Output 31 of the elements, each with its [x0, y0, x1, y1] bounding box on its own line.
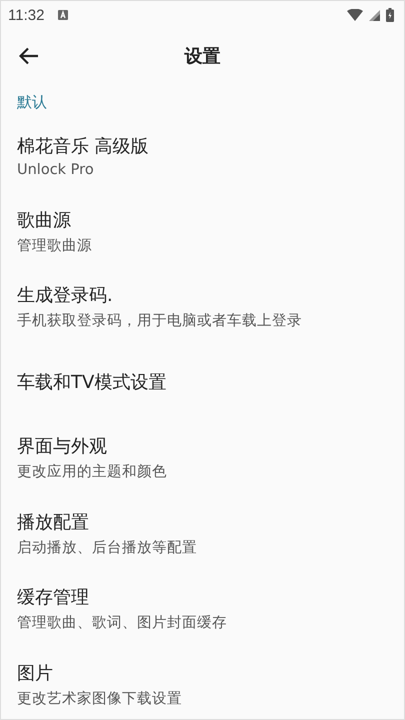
settings-item[interactable]: 播放配置 启动播放、后台播放等配置 — [1, 496, 404, 571]
item-title: 图片 — [17, 662, 54, 685]
back-arrow-icon — [19, 47, 39, 65]
wifi-icon — [347, 9, 363, 21]
item-subtitle: 管理歌曲源 — [17, 236, 93, 255]
item-subtitle: 启动播放、后台播放等配置 — [17, 538, 198, 557]
settings-item[interactable]: 缓存管理 管理歌曲、歌词、图片封面缓存 — [1, 571, 404, 646]
notification-icon — [58, 10, 68, 20]
item-title: 界面与外观 — [17, 435, 108, 458]
item-title: 车载和TV模式设置 — [17, 371, 168, 394]
item-subtitle: 手机获取登录码，用于电脑或者车载上登录 — [17, 312, 303, 330]
settings-item[interactable]: 界面与外观 更改应用的主题和颜色 — [1, 420, 404, 496]
item-title: 播放配置 — [17, 510, 90, 534]
settings-item[interactable]: 图片 更改艺术家图像下载设置 — [1, 646, 404, 719]
item-title: 缓存管理 — [17, 586, 90, 610]
item-subtitle: 更改应用的主题和颜色 — [17, 462, 168, 482]
settings-item[interactable]: 棉花音乐 高级版 Unlock Pro — [1, 118, 404, 194]
settings-item[interactable]: 歌曲源 管理歌曲源 — [1, 194, 404, 269]
item-title: 歌曲源 — [17, 208, 72, 232]
page-title: 设置 — [184, 45, 220, 68]
item-subtitle: Unlock Pro — [17, 162, 95, 178]
item-subtitle: 更改艺术家图像下载设置 — [17, 690, 183, 708]
settings-item[interactable]: 生成登录码. 手机获取登录码，用于电脑或者车载上登录 — [1, 269, 404, 344]
item-subtitle: 管理歌曲、歌词、图片封面缓存 — [17, 614, 228, 632]
battery-icon — [386, 8, 394, 22]
settings-item[interactable]: 车载和TV模式设置 — [1, 344, 404, 420]
item-title: 棉花音乐 高级版 — [17, 134, 150, 158]
signal-icon — [369, 10, 380, 20]
item-title: 生成登录码. — [17, 284, 114, 308]
status-time: 11:32 — [8, 6, 44, 24]
section-header: 默认 — [16, 92, 48, 113]
